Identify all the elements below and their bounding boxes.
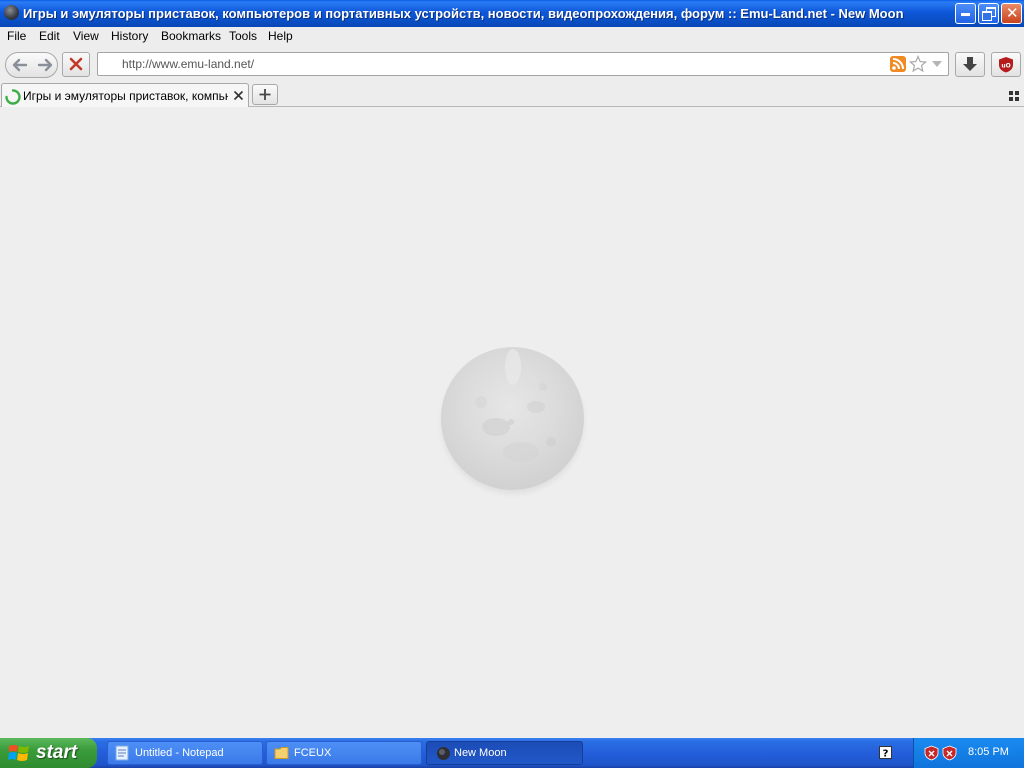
- restore-button[interactable]: [978, 3, 999, 24]
- tab-label: Игры и эмуляторы приставок, компьюте...: [23, 89, 228, 103]
- windows-taskbar: start Untitled - Notepad FCEUX New Moon …: [0, 738, 1024, 768]
- menu-tools[interactable]: Tools: [229, 29, 257, 43]
- taskbar-item-new-moon[interactable]: New Moon: [426, 741, 583, 765]
- minimize-button[interactable]: [955, 3, 976, 24]
- tray-clock[interactable]: 8:05 PM: [968, 746, 1009, 758]
- tab-groups-icon[interactable]: [1009, 91, 1019, 101]
- taskbar-item-label: Untitled - Notepad: [135, 747, 224, 759]
- new-moon-logo: [441, 347, 584, 490]
- shield-tray-icon[interactable]: [924, 745, 939, 761]
- folder-icon: [274, 747, 289, 759]
- taskbar-item-notepad[interactable]: Untitled - Notepad: [107, 741, 263, 765]
- new-moon-icon: [437, 747, 450, 760]
- window-titlebar[interactable]: Игры и эмуляторы приставок, компьютеров …: [0, 0, 1024, 27]
- url-input[interactable]: [122, 56, 882, 72]
- back-forward-group: [5, 52, 58, 78]
- new-moon-app-icon: [4, 5, 19, 20]
- menu-edit[interactable]: Edit: [39, 29, 60, 43]
- downloads-button[interactable]: [955, 52, 985, 77]
- menu-bar: File Edit View History Bookmarks Tools H…: [0, 27, 1024, 46]
- taskbar-item-label: New Moon: [454, 747, 507, 759]
- help-tray-button[interactable]: ?: [879, 746, 892, 760]
- new-tab-button[interactable]: [252, 84, 278, 105]
- start-label: start: [36, 742, 78, 763]
- url-bar[interactable]: [97, 52, 949, 76]
- menu-file[interactable]: File: [7, 29, 26, 43]
- forward-arrow-icon: [37, 58, 53, 72]
- stop-icon: [69, 57, 83, 71]
- question-icon: ?: [883, 749, 889, 760]
- svg-text:?: ?: [883, 749, 889, 759]
- url-dropdown-icon[interactable]: [931, 60, 943, 68]
- plus-icon: [259, 89, 271, 100]
- back-button[interactable]: [6, 53, 34, 77]
- back-arrow-icon: [12, 58, 28, 72]
- menu-history[interactable]: History: [111, 29, 148, 43]
- page-content-area: [0, 107, 1024, 738]
- rss-feed-icon[interactable]: [890, 56, 906, 72]
- forward-button[interactable]: [34, 53, 58, 77]
- bookmark-star-icon[interactable]: [909, 55, 927, 73]
- tab-strip: Игры и эмуляторы приставок, компьюте...: [0, 82, 1024, 107]
- ublock-shield-icon: uO: [999, 57, 1013, 73]
- ublock-button[interactable]: uO: [991, 52, 1021, 77]
- download-arrow-icon: [963, 57, 977, 71]
- stop-button[interactable]: [62, 52, 90, 77]
- windows-logo-icon: [8, 745, 29, 761]
- svg-text:uO: uO: [1001, 63, 1010, 70]
- taskbar-item-label: FCEUX: [294, 747, 332, 759]
- moon-craters: [475, 349, 556, 462]
- menu-bookmarks[interactable]: Bookmarks: [161, 29, 221, 43]
- loading-spinner-icon: [5, 89, 21, 105]
- close-window-button[interactable]: ✕: [1001, 3, 1022, 24]
- start-button[interactable]: start: [0, 738, 97, 768]
- taskbar-item-fceux[interactable]: FCEUX: [266, 741, 422, 765]
- menu-help[interactable]: Help: [268, 29, 293, 43]
- close-tab-icon[interactable]: [233, 90, 244, 101]
- system-tray: 8:05 PM: [913, 738, 1024, 768]
- menu-view[interactable]: View: [73, 29, 99, 43]
- tab-emu-land[interactable]: Игры и эмуляторы приставок, компьюте...: [1, 83, 249, 107]
- notepad-icon: [115, 745, 129, 761]
- window-title: Игры и эмуляторы приставок, компьютеров …: [23, 6, 904, 21]
- shield-tray-icon-2[interactable]: [942, 745, 957, 761]
